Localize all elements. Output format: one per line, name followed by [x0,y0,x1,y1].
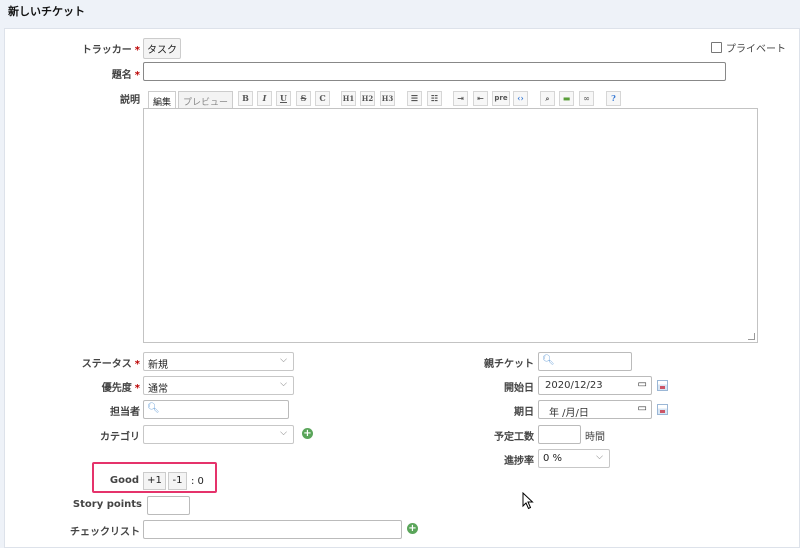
pre-button[interactable]: pre [492,91,510,106]
category-label: カテゴリ [100,432,140,443]
checklist-label: チェックリスト [70,527,140,538]
search-icon: 🔍︎ [542,355,555,366]
category-select[interactable]: ⌵ [143,425,294,444]
calendar-picker-icon[interactable]: ▭ [638,403,647,414]
story-points-input[interactable] [147,496,190,515]
hours-unit: 時間 [585,432,605,443]
parent-label: 親チケット [484,359,534,370]
description-textarea[interactable] [143,108,758,343]
vote-plus-button[interactable]: +1 [143,472,166,490]
mouse-pointer-icon [522,492,534,510]
italic-button[interactable]: I [257,91,272,106]
story-points-label: Story points [72,499,142,510]
code-inline-button[interactable]: C [315,91,330,106]
estimated-label: 予定工数 [494,432,534,443]
add-category-icon[interactable]: + [302,428,313,439]
due-date-input[interactable]: 年 /月/日 ▭ [538,400,652,419]
subject-label: 題名 * [111,70,140,81]
page-title: 新しいチケット [8,5,85,18]
done-ratio-select[interactable]: 0 % ⌵ [538,449,610,468]
status-label: ステータス * [81,359,140,370]
tab-edit[interactable]: 編集 [148,91,177,109]
h3-button[interactable]: H3 [380,91,395,106]
status-select[interactable]: 新規 ⌵ [143,352,294,371]
tracker-label: トラッカー * [81,45,140,56]
vote-score: : 0 [191,476,204,487]
image-search-icon[interactable]: ⌕ [540,91,555,106]
priority-select[interactable]: 通常 ⌵ [143,376,294,395]
parent-issue-input[interactable]: 🔍︎ [538,352,632,371]
outdent-button[interactable]: ⇤ [473,91,488,106]
private-checkbox[interactable] [711,42,722,53]
chevron-down-icon: ⌵ [280,379,287,389]
page-header: 新しいチケット [0,0,800,22]
chevron-down-icon: ⌵ [280,355,287,365]
add-checklist-icon[interactable]: + [407,523,418,534]
indent-button[interactable]: ⇥ [453,91,468,106]
link-icon[interactable]: ∞ [579,91,594,106]
start-date-input[interactable]: 2020/12/23 ▭ [538,376,652,395]
underline-button[interactable]: U [276,91,291,106]
tab-preview[interactable]: プレビュー [178,91,234,109]
bullet-list-button[interactable]: ☰ [407,91,422,106]
subject-input[interactable] [143,62,726,81]
strike-button[interactable]: S [296,91,311,106]
search-icon: 🔍︎ [147,403,160,414]
image-icon[interactable]: ▬ [559,91,574,106]
checklist-input[interactable] [143,520,402,539]
code-block-button[interactable]: ‹› [513,91,528,106]
priority-label: 優先度 * [101,383,140,394]
vote-minus-button[interactable]: -1 [168,472,187,490]
h2-button[interactable]: H2 [360,91,375,106]
chevron-down-icon: ⌵ [280,428,287,438]
numbered-list-button[interactable]: ☷ [427,91,442,106]
bold-button[interactable]: B [238,91,253,106]
estimated-hours-input[interactable] [538,425,581,444]
good-label: Good [109,475,139,486]
resize-handle[interactable] [748,333,755,340]
assignee-input[interactable]: 🔍︎ [143,400,289,419]
calendar-icon[interactable] [657,380,668,391]
h1-button[interactable]: H1 [341,91,356,106]
assignee-label: 担当者 [110,407,140,418]
private-label: プライベート [726,44,786,55]
start-date-label: 開始日 [504,383,534,394]
calendar-picker-icon[interactable]: ▭ [638,379,647,390]
calendar-icon[interactable] [657,404,668,415]
tracker-select[interactable]: タスク [143,38,181,59]
help-icon[interactable]: ? [606,91,621,106]
description-label: 説明 [120,95,140,106]
chevron-down-icon: ⌵ [596,452,603,462]
due-date-label: 期日 [514,407,534,418]
done-ratio-label: 進捗率 [504,456,534,467]
